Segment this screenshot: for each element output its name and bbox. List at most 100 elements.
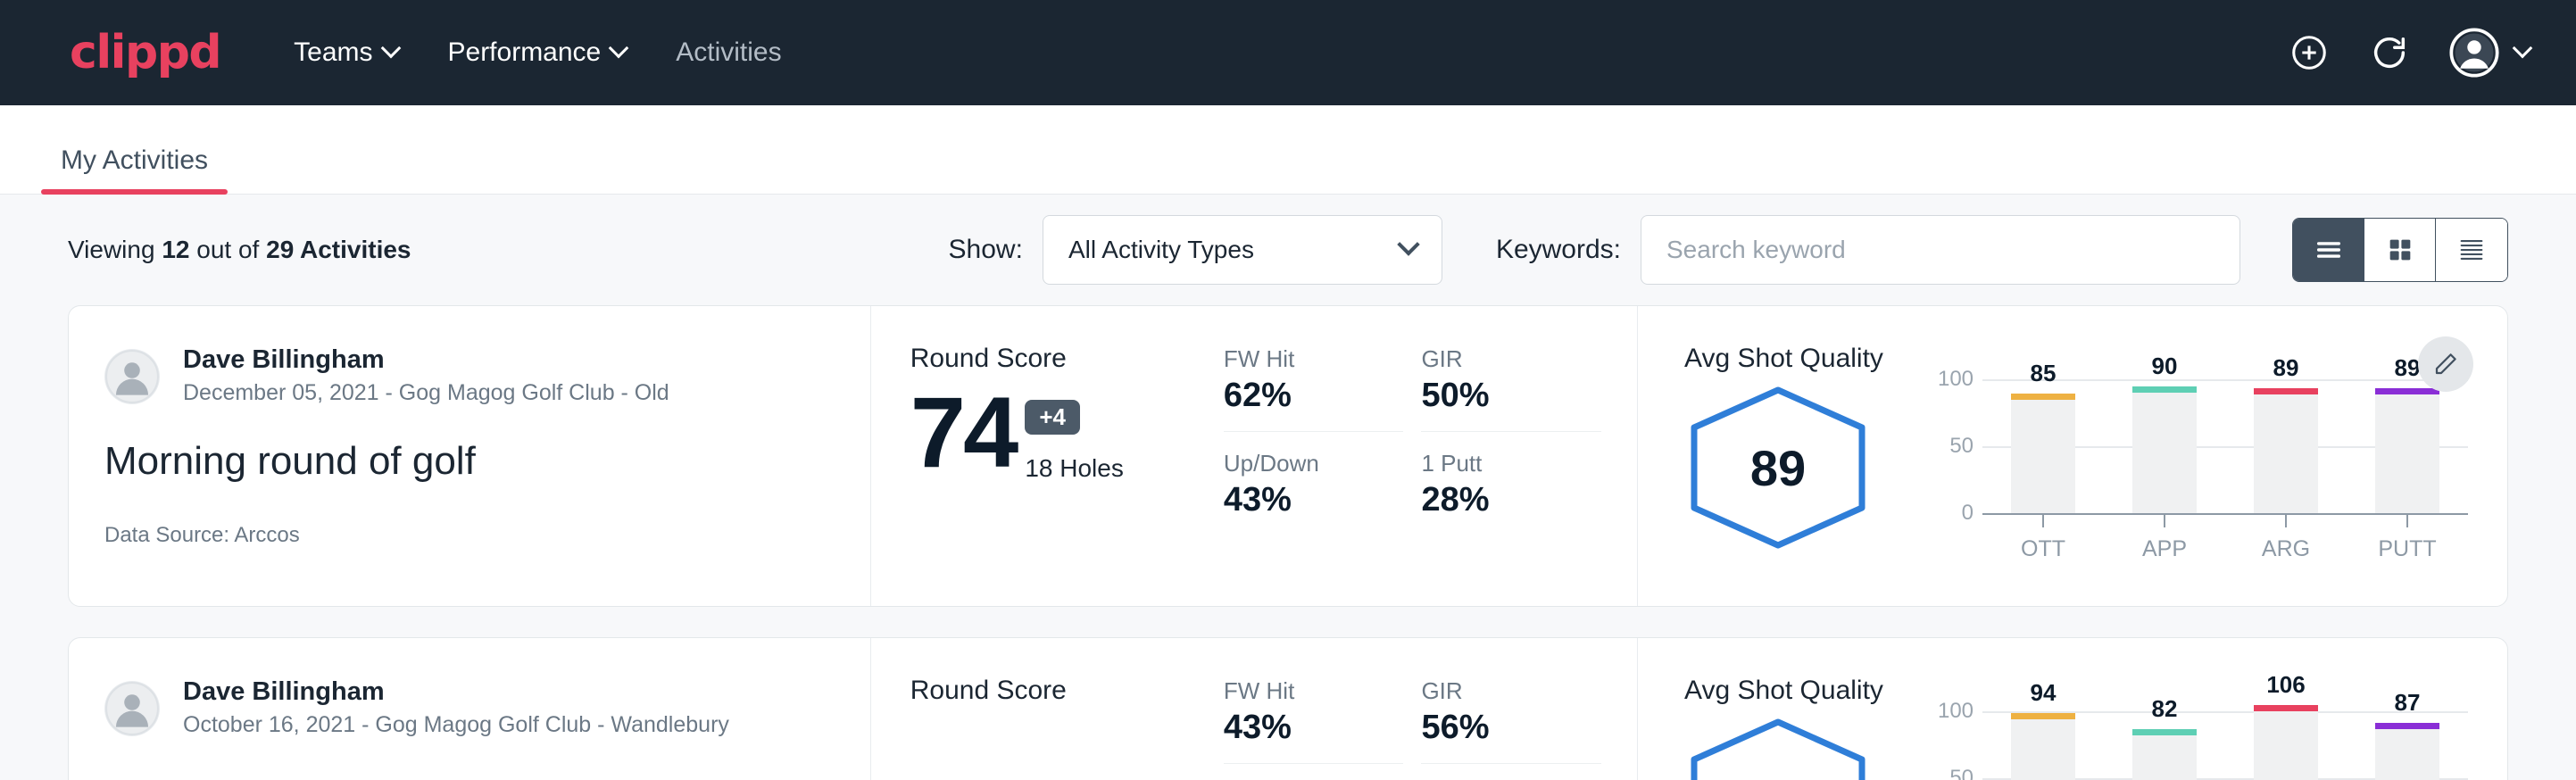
stat-one-putt: 1 Putt28%	[1421, 450, 1601, 519]
stat-value: 43%	[1224, 709, 1383, 747]
filters: Show: All Activity Types Keywords:	[949, 215, 2508, 285]
bar-value-label: 87	[2395, 689, 2421, 717]
keywords-label: Keywords:	[1496, 235, 1621, 265]
activity-info: Dave BillinghamOctober 16, 2021 - Gog Ma…	[69, 638, 871, 780]
edit-activity-button[interactable]	[2418, 336, 2473, 392]
compact-view-button[interactable]	[2436, 219, 2507, 281]
stat-label: FW Hit	[1224, 677, 1383, 705]
bar[interactable]	[2132, 393, 2197, 513]
bar[interactable]	[2375, 729, 2439, 780]
bar[interactable]	[2375, 394, 2439, 514]
activity-stats: FW Hit62%GIR50%Up/Down43%1 Putt28%	[1224, 306, 1638, 606]
account-avatar[interactable]	[2449, 28, 2530, 78]
y-axis-tick: 50	[1924, 766, 1974, 780]
bar-cap	[2254, 705, 2318, 711]
viewing-total: 29 Activities	[266, 236, 411, 263]
stat-label: GIR	[1421, 677, 1580, 705]
y-axis-tick: 100	[1924, 367, 1974, 392]
bar-value-label: 90	[2152, 353, 2178, 380]
activity-meta: December 05, 2021 - Gog Magog Golf Club …	[183, 378, 669, 409]
x-axis-tick	[2347, 513, 2468, 527]
shot-quality-chart: 05010085908989OTTAPPARGPUTT	[1924, 379, 2468, 558]
nav-actions	[2289, 28, 2530, 78]
stat-gir: GIR 56%	[1421, 677, 1601, 764]
shot-quality-chart: 050100948210687OTTAPPARGPUTT	[1924, 711, 2468, 780]
activity-type-select[interactable]: All Activity Types	[1043, 215, 1442, 285]
bar-cell: 87	[2347, 711, 2468, 780]
x-axis-label: ARG	[2225, 536, 2347, 562]
primary-nav: Teams Performance Activities	[294, 37, 781, 68]
nav-item-activities[interactable]: Activities	[676, 37, 781, 68]
chevron-down-icon	[609, 38, 629, 59]
bar-cap	[2011, 713, 2075, 719]
bar-value-label: 106	[2266, 671, 2305, 699]
score-to-par-badge: +4	[1025, 400, 1080, 435]
bar-value-label: 94	[2031, 679, 2057, 707]
bar[interactable]	[2011, 719, 2075, 780]
tab-label: My Activities	[61, 145, 208, 175]
y-axis-tick: 0	[1924, 501, 1974, 526]
bar-cell: 85	[1982, 379, 2104, 513]
holes-played: 18 Holes	[1025, 454, 1124, 483]
search-input[interactable]	[1641, 215, 2240, 285]
data-source: Data Source: Arccos	[104, 523, 831, 548]
bar-cell: 89	[2347, 379, 2468, 513]
activity-card[interactable]: Dave BillinghamOctober 16, 2021 - Gog Ma…	[68, 637, 2508, 780]
bar[interactable]	[2254, 711, 2318, 780]
bar[interactable]	[2132, 735, 2197, 780]
shot-quality-hexagon	[1684, 717, 1872, 780]
nav-item-label: Teams	[294, 37, 372, 68]
avatar	[104, 681, 160, 736]
viewing-prefix: Viewing	[68, 236, 155, 263]
show-label: Show:	[949, 235, 1023, 265]
bars: 85908989	[1982, 379, 2468, 513]
bar-value-label: 89	[2395, 354, 2421, 382]
x-axis-label: APP	[2104, 536, 2225, 562]
x-axis-tick	[1982, 513, 2104, 527]
bar-cap	[2011, 394, 2075, 400]
viewing-middle: out of	[196, 236, 259, 263]
bar-cell: 89	[2225, 379, 2347, 513]
nav-item-teams[interactable]: Teams	[294, 37, 397, 68]
stat-value: 43%	[1224, 481, 1383, 519]
viewing-summary: Viewing 12 out of 29 Activities	[68, 236, 411, 264]
round-score-label: Round Score	[910, 344, 1224, 374]
view-mode-toggle	[2292, 218, 2508, 282]
shot-quality-section: Avg Shot Quality050100948210687OTTAPPARG…	[1638, 638, 2507, 780]
round-score-value: 74	[910, 383, 1017, 483]
tab-my-activities[interactable]: My Activities	[41, 145, 228, 194]
bar[interactable]	[2254, 394, 2318, 514]
stat-label: GIR	[1421, 345, 1580, 373]
activity-type-select-value: All Activity Types	[1068, 236, 1254, 264]
stat-gir: GIR50%	[1421, 345, 1601, 432]
list-view-button[interactable]	[2293, 219, 2364, 281]
bar[interactable]	[2011, 400, 2075, 514]
nav-item-performance[interactable]: Performance	[448, 37, 627, 68]
activity-card[interactable]: Dave BillinghamDecember 05, 2021 - Gog M…	[68, 305, 2508, 607]
x-axis-ticks	[1982, 513, 2468, 527]
stat-value: 56%	[1421, 709, 1580, 747]
shot-quality-value	[1684, 717, 1872, 780]
stat-fw-hit: FW Hit 43%	[1224, 677, 1404, 764]
y-axis-tick: 100	[1924, 699, 1974, 724]
round-score-section: Round Score 74+4 18 Holes	[871, 306, 1224, 606]
bar-value-label: 85	[2031, 360, 2057, 387]
shot-quality-hexagon: 89	[1684, 385, 1872, 551]
refresh-icon[interactable]	[2369, 32, 2410, 73]
shot-quality-section: Avg Shot Quality8905010085908989OTTAPPAR…	[1638, 306, 2507, 606]
avg-shot-quality-label: Avg Shot Quality	[1684, 344, 2468, 374]
bar-cell: 94	[1982, 711, 2104, 780]
x-axis-tick	[2104, 513, 2225, 527]
x-axis-tick	[2225, 513, 2347, 527]
activity-info: Dave BillinghamDecember 05, 2021 - Gog M…	[69, 306, 871, 606]
add-icon[interactable]	[2289, 32, 2330, 73]
activity-title: Morning round of golf	[104, 439, 831, 484]
stat-label: 1 Putt	[1421, 450, 1580, 477]
y-axis: 050100	[1924, 379, 1974, 513]
app-logo[interactable]: clippd	[70, 26, 220, 79]
grid-view-button[interactable]	[2364, 219, 2436, 281]
bar-cap	[2132, 729, 2197, 735]
y-axis-tick: 50	[1924, 434, 1974, 459]
x-axis-label: OTT	[1982, 536, 2104, 562]
bar-cell: 82	[2104, 711, 2225, 780]
